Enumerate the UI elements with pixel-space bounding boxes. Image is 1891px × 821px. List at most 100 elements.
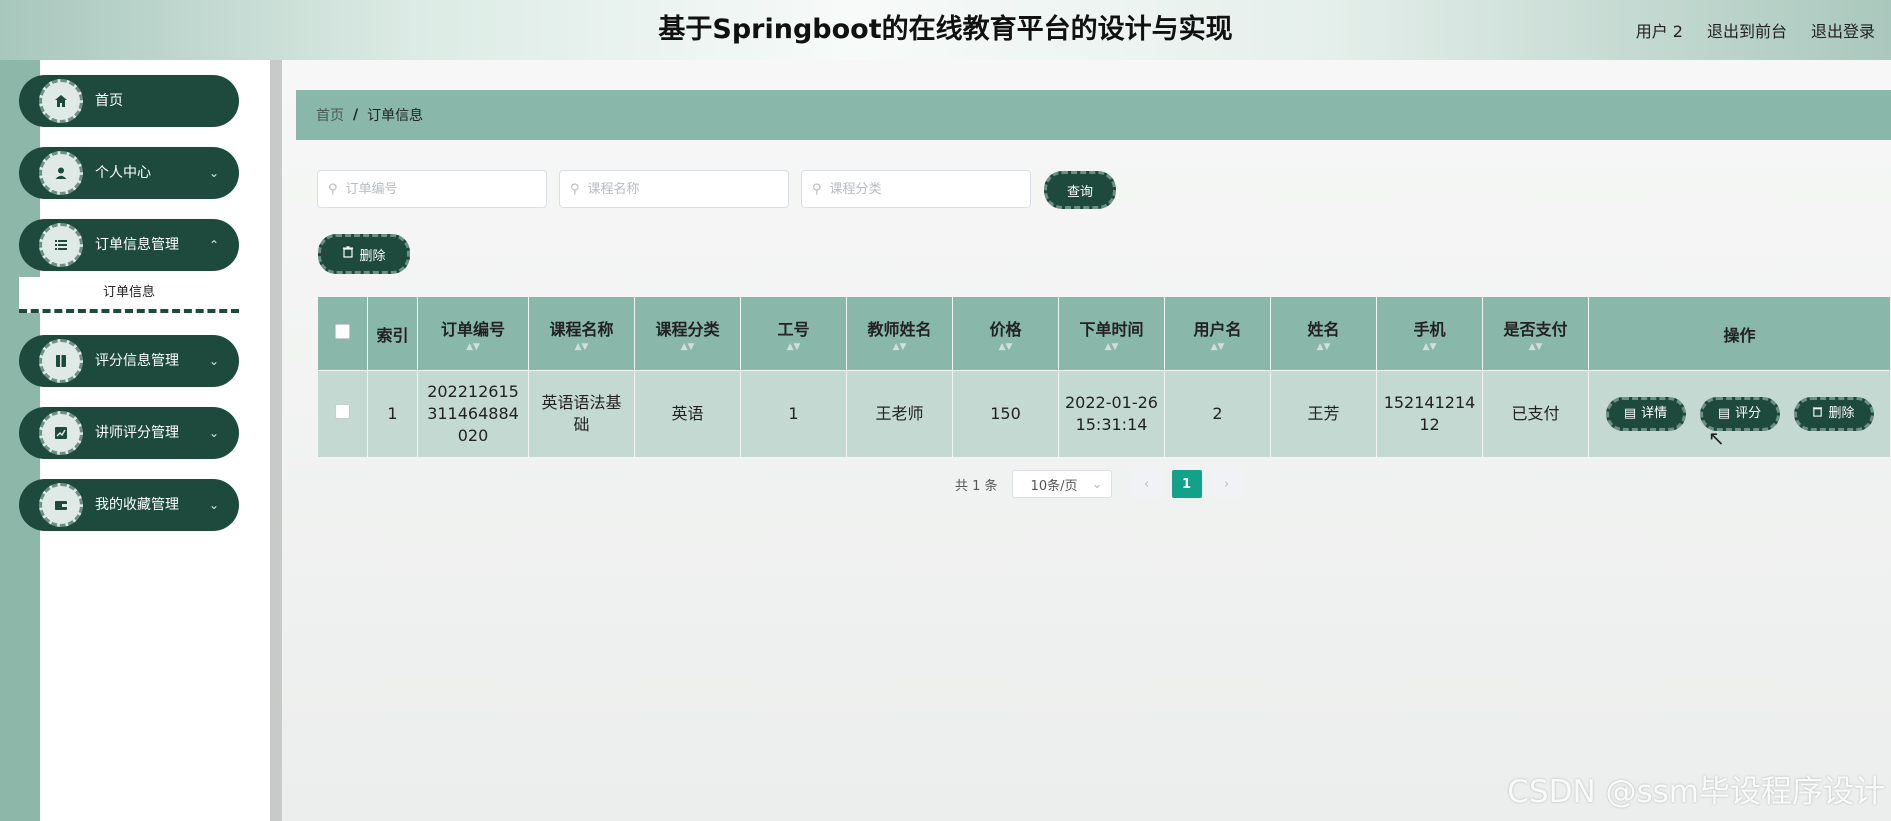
rate-button-label: 评分 [1735, 406, 1762, 421]
trash-icon [1812, 403, 1823, 425]
batch-delete-button[interactable]: 删除 [318, 234, 410, 274]
course-name-cell: 英语语法基础 [528, 370, 635, 458]
book-icon [39, 339, 83, 383]
sort-icon[interactable]: ▲▼ [745, 342, 842, 352]
sort-icon[interactable]: ▲▼ [533, 342, 630, 352]
name-cell: 王芳 [1270, 370, 1377, 458]
back-to-front-link[interactable]: 退出到前台 [1707, 18, 1787, 42]
sidebar-item-rating-management[interactable]: 评分信息管理 ⌄ [19, 335, 239, 387]
detail-button-label: 详情 [1641, 406, 1668, 421]
sidebar-item-label: 评分信息管理 [95, 353, 179, 369]
search-icon: ⚲ [328, 181, 338, 197]
chevron-down-icon: ⌄ [208, 166, 219, 180]
wallet-icon [39, 483, 83, 527]
table-header-row: 索引 订单编号 ▲▼ 课程名称 ▲▼ 课程分类 ▲▼ 工号 ▲▼ 教师姓名 ▲▼ 价格 ▲▼… [317, 296, 1891, 371]
chevron-down-icon: ⌄ [208, 498, 219, 512]
sort-icon[interactable]: ▲▼ [1381, 342, 1478, 352]
order-no-input[interactable] [343, 180, 528, 198]
sidebar-item-label: 订单信息管理 [95, 237, 179, 253]
order-no-search-field[interactable]: ⚲ [317, 170, 547, 208]
chevron-down-icon: ⌄ [208, 426, 219, 440]
course-name-input[interactable] [585, 180, 770, 198]
page-title: 基于Springboot的在线教育平台的设计与实现 [658, 14, 1233, 45]
actions-cell: ▤ 详情 ▤ 评分 删除 [1588, 370, 1891, 458]
user-name[interactable]: 用户 2 [1636, 18, 1683, 42]
column-header[interactable]: 是否支付 ▲▼ [1482, 296, 1589, 371]
breadcrumb-home[interactable]: 首页 [316, 105, 344, 125]
sidebar-item-lecturer-rating[interactable]: 讲师评分管理 ⌄ [19, 407, 239, 459]
order-time-cell: 2022-01-26 15:31:14 [1058, 370, 1165, 458]
column-header[interactable]: 价格 ▲▼ [952, 296, 1059, 371]
course-name-search-field[interactable]: ⚲ [559, 170, 789, 208]
list-icon [39, 223, 83, 267]
search-icon: ⚲ [570, 181, 580, 197]
search-icon: ⚲ [812, 181, 822, 197]
select-all-header[interactable] [317, 296, 368, 371]
sidebar-item-label: 讲师评分管理 [95, 425, 179, 441]
chart-icon [39, 411, 83, 455]
course-category-search-field[interactable]: ⚲ [801, 170, 1031, 208]
sidebar-item-order-management[interactable]: 订单信息管理 ⌃ [19, 219, 239, 271]
sidebar-item-home[interactable]: 首页 [19, 75, 239, 127]
logout-link[interactable]: 退出登录 [1811, 18, 1875, 42]
column-header[interactable]: 订单编号 ▲▼ [417, 296, 529, 371]
course-category-cell: 英语 [634, 370, 741, 458]
row-select-cell[interactable] [317, 370, 368, 458]
sort-icon[interactable]: ▲▼ [1063, 342, 1160, 352]
column-header[interactable]: 课程分类 ▲▼ [634, 296, 741, 371]
watermark: CSDN @ssm毕设程序设计 [1507, 774, 1885, 810]
column-header[interactable]: 课程名称 ▲▼ [528, 296, 635, 371]
page-size-select[interactable]: 10条/页 ⌄ [1011, 470, 1112, 498]
page-number-button[interactable]: 1 [1171, 470, 1202, 498]
row-checkbox[interactable] [335, 404, 350, 419]
sort-icon[interactable]: ▲▼ [851, 342, 948, 352]
user-icon [39, 151, 83, 195]
table-row: 1 202212615311464884020 英语语法基础 英语 1 王老师 … [317, 370, 1891, 458]
header-bar: 基于Springboot的在线教育平台的设计与实现 用户 2 退出到前台 退出登… [0, 0, 1891, 60]
breadcrumb-current: 订单信息 [367, 108, 424, 124]
row-delete-button[interactable]: 删除 [1793, 397, 1874, 431]
query-button-label: 查询 [1066, 184, 1093, 200]
trash-icon [342, 246, 354, 262]
document-icon: ▤ [1717, 406, 1731, 421]
sort-icon[interactable]: ▲▼ [1169, 342, 1266, 352]
row-delete-button-label: 删除 [1828, 406, 1855, 421]
chevron-down-icon: ⌄ [1091, 476, 1103, 492]
main-content: 首页 / 订单信息 ⚲ ⚲ ⚲ 查询 删除 [282, 60, 1891, 821]
header-links: 用户 2 退出到前台 退出登录 [1636, 0, 1875, 60]
mouse-cursor-icon: ↖ [1708, 426, 1725, 450]
next-page-button[interactable]: › [1211, 470, 1242, 498]
phone-cell: 15214121412 [1376, 370, 1483, 458]
sidebar-subitem-order-info[interactable]: 订单信息 [19, 277, 239, 313]
sort-icon[interactable]: ▲▼ [1275, 342, 1372, 352]
breadcrumb: 首页 / 订单信息 [296, 90, 1891, 140]
column-header: 索引 [367, 296, 418, 371]
chevron-up-icon: ⌃ [208, 238, 219, 252]
username-cell: 2 [1164, 370, 1271, 458]
sidebar-item-label: 个人中心 [95, 165, 151, 181]
column-header[interactable]: 下单时间 ▲▼ [1058, 296, 1165, 371]
prev-page-button[interactable]: ‹ [1131, 470, 1162, 498]
teacher-name-cell: 王老师 [846, 370, 953, 458]
column-header[interactable]: 手机 ▲▼ [1376, 296, 1483, 371]
pagination: 共 1 条 10条/页 ⌄ ‹ 1 › [955, 470, 1252, 498]
column-header[interactable]: 工号 ▲▼ [740, 296, 847, 371]
document-icon: ▤ [1623, 406, 1637, 421]
query-button[interactable]: 查询 [1044, 171, 1116, 209]
sidebar-item-personal-center[interactable]: 个人中心 ⌄ [19, 147, 239, 199]
staff-no-cell: 1 [740, 370, 847, 458]
detail-button[interactable]: ▤ 详情 [1605, 397, 1686, 431]
course-category-input[interactable] [827, 180, 1012, 198]
sort-icon[interactable]: ▲▼ [957, 342, 1054, 352]
breadcrumb-separator: / [353, 107, 359, 123]
column-header[interactable]: 教师姓名 ▲▼ [846, 296, 953, 371]
price-cell: 150 [952, 370, 1059, 458]
column-header[interactable]: 姓名 ▲▼ [1270, 296, 1377, 371]
sort-icon[interactable]: ▲▼ [639, 342, 736, 352]
select-all-checkbox[interactable] [335, 324, 350, 339]
chevron-down-icon: ⌄ [208, 354, 219, 368]
sidebar-item-favorites[interactable]: 我的收藏管理 ⌄ [19, 479, 239, 531]
column-header[interactable]: 用户名 ▲▼ [1164, 296, 1271, 371]
sort-icon[interactable]: ▲▼ [422, 342, 524, 352]
sort-icon[interactable]: ▲▼ [1487, 342, 1584, 352]
